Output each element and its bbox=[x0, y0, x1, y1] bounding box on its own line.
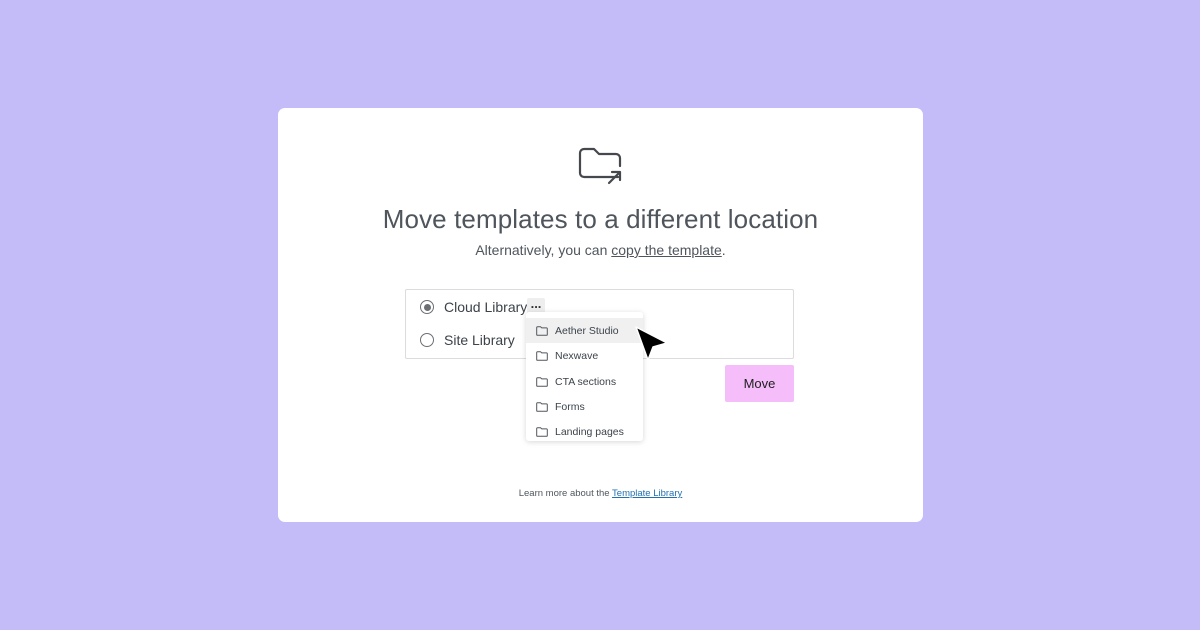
dialog-title: Move templates to a different location bbox=[382, 204, 819, 234]
folder-dropdown-menu: Aether Studio Nexwave CTA sections Forms… bbox=[526, 312, 643, 441]
footer-prefix: Learn more about the bbox=[518, 488, 613, 499]
option-site-library-label: Site Library bbox=[444, 332, 515, 348]
folder-icon bbox=[536, 401, 548, 412]
copy-template-link[interactable]: copy the template bbox=[611, 242, 722, 258]
option-cloud-library-label: Cloud Library bbox=[444, 299, 528, 315]
dropdown-item-label: Nexwave bbox=[555, 349, 599, 362]
template-library-link[interactable]: Template Library bbox=[612, 488, 682, 499]
radio-cloud-library[interactable] bbox=[420, 300, 434, 314]
dialog-subtitle: Alternatively, you can copy the template… bbox=[278, 242, 923, 258]
dropdown-item-label: Forms bbox=[555, 400, 585, 413]
dropdown-item-nexwave[interactable]: Nexwave bbox=[526, 343, 643, 368]
folder-icon bbox=[536, 426, 548, 437]
mouse-pointer-icon bbox=[635, 326, 668, 361]
dropdown-item-label: CTA sections bbox=[555, 375, 617, 388]
dropdown-item-label: Aether Studio bbox=[555, 324, 619, 337]
subtitle-prefix: Alternatively, you can bbox=[475, 242, 612, 258]
move-templates-dialog: Move templates to a different location A… bbox=[278, 108, 923, 522]
option-site-library[interactable]: Site Library bbox=[420, 330, 515, 350]
option-cloud-library[interactable]: Cloud Library bbox=[420, 297, 527, 317]
subtitle-suffix: . bbox=[721, 242, 726, 258]
dropdown-item-aether-studio[interactable]: Aether Studio bbox=[526, 318, 643, 343]
footer-help-text: Learn more about the Template Library bbox=[278, 488, 923, 499]
move-button[interactable]: Move bbox=[725, 365, 794, 402]
radio-site-library[interactable] bbox=[420, 333, 434, 347]
dropdown-item-label: Landing pages bbox=[555, 425, 624, 438]
dropdown-item-landing-pages[interactable]: Landing pages bbox=[526, 419, 643, 444]
folder-move-icon bbox=[578, 147, 622, 185]
folder-icon bbox=[536, 325, 548, 336]
dropdown-item-forms[interactable]: Forms bbox=[526, 394, 643, 419]
dropdown-item-cta-sections[interactable]: CTA sections bbox=[526, 369, 643, 394]
folder-icon bbox=[536, 350, 548, 361]
folder-icon bbox=[536, 376, 548, 387]
